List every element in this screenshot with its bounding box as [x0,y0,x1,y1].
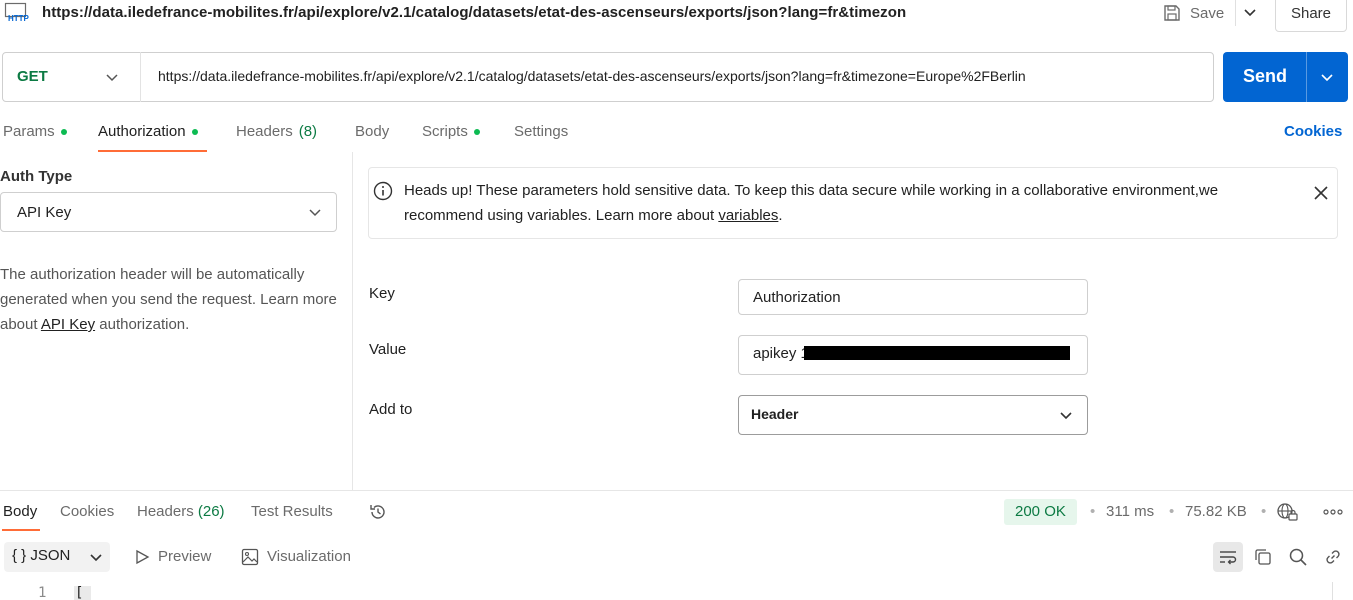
status-dot [60,128,67,135]
svg-text:HTTP: HTTP [8,14,30,23]
send-label[interactable]: Send [1243,66,1287,87]
active-tab-indicator [2,529,40,531]
save-options-chevron-icon[interactable] [1240,4,1260,22]
globe-lock-icon[interactable] [1276,502,1298,522]
line-number: 1 [38,585,47,600]
save-button[interactable]: Save [1162,0,1224,26]
scrollbar[interactable] [1332,582,1333,600]
divider [140,52,141,102]
key-label: Key [369,285,395,302]
more-options-icon[interactable] [1322,505,1344,519]
url-input[interactable]: https://data.iledefrance-mobilites.fr/ap… [158,68,1026,84]
panel-divider[interactable] [352,152,353,490]
share-button[interactable]: Share [1275,0,1347,32]
preview-button[interactable]: Preview [158,548,211,565]
history-icon[interactable] [368,502,388,522]
chevron-down-icon[interactable] [88,549,104,565]
chevron-down-icon[interactable] [1058,407,1074,423]
braces-icon: { } [12,547,27,564]
chevron-down-icon[interactable] [307,204,323,220]
value-value[interactable]: apikey 1 [753,345,809,362]
response-tab-headers[interactable]: Headers (26) [137,503,225,520]
tab-headers[interactable]: Headers (8) [236,123,317,140]
image-icon[interactable] [241,548,259,566]
api-key-link[interactable]: API Key [41,316,95,333]
separator-dot: • [1261,503,1267,520]
response-code[interactable]: [ [75,585,83,600]
response-tab-cookies[interactable]: Cookies [60,503,114,520]
auth-description: The authorization header will be automat… [0,266,337,333]
response-size[interactable]: 75.82 KB [1185,503,1247,520]
separator-dot: • [1090,503,1096,520]
headers-count: (8) [298,123,318,140]
response-divider[interactable] [0,490,1353,491]
addto-value[interactable]: Header [751,406,798,422]
separator-dot: • [1169,503,1175,520]
tab-settings[interactable]: Settings [514,123,568,140]
auth-type-label: Auth Type [0,168,73,185]
wrap-lines-icon[interactable] [1218,547,1238,567]
search-icon[interactable] [1288,547,1308,567]
chevron-down-icon[interactable] [104,69,120,85]
status-badge[interactable]: 200 OK [1004,499,1077,525]
send-options-chevron-icon[interactable] [1319,69,1335,85]
auth-type-value[interactable]: API Key [17,204,71,221]
visualization-button[interactable]: Visualization [267,548,351,565]
redaction-bar [804,346,1070,360]
method-select[interactable]: GET [17,68,48,85]
save-label: Save [1190,4,1225,22]
copy-icon[interactable] [1253,547,1273,567]
variables-link[interactable]: variables [718,207,778,224]
info-icon [373,181,393,201]
divider [1306,52,1307,102]
tab-authorization[interactable]: Authorization [98,123,198,140]
play-icon[interactable] [134,549,150,565]
status-dot [473,128,480,135]
tab-body[interactable]: Body [355,123,389,140]
link-icon[interactable] [1323,547,1343,567]
status-dot [191,128,198,135]
divider [1235,0,1236,26]
addto-label: Add to [369,401,413,418]
http-request-icon: HTTP [4,2,32,24]
close-icon[interactable] [1312,184,1330,202]
key-value[interactable]: Authorization [753,289,841,306]
notice-text: Heads up! These parameters hold sensitiv… [404,182,1219,224]
tab-params[interactable]: Params [3,123,67,140]
cookies-link[interactable]: Cookies [1284,123,1342,140]
format-label[interactable]: { } JSON [12,547,70,564]
response-tab-body[interactable]: Body [3,503,37,520]
save-icon [1162,3,1182,23]
response-tab-test-results[interactable]: Test Results [251,503,333,520]
active-tab-indicator [98,150,207,152]
value-label: Value [369,341,407,358]
response-time[interactable]: 311 ms [1106,503,1154,520]
request-title[interactable]: https://data.iledefrance-mobilites.fr/ap… [42,4,947,21]
tab-scripts[interactable]: Scripts [422,123,480,140]
